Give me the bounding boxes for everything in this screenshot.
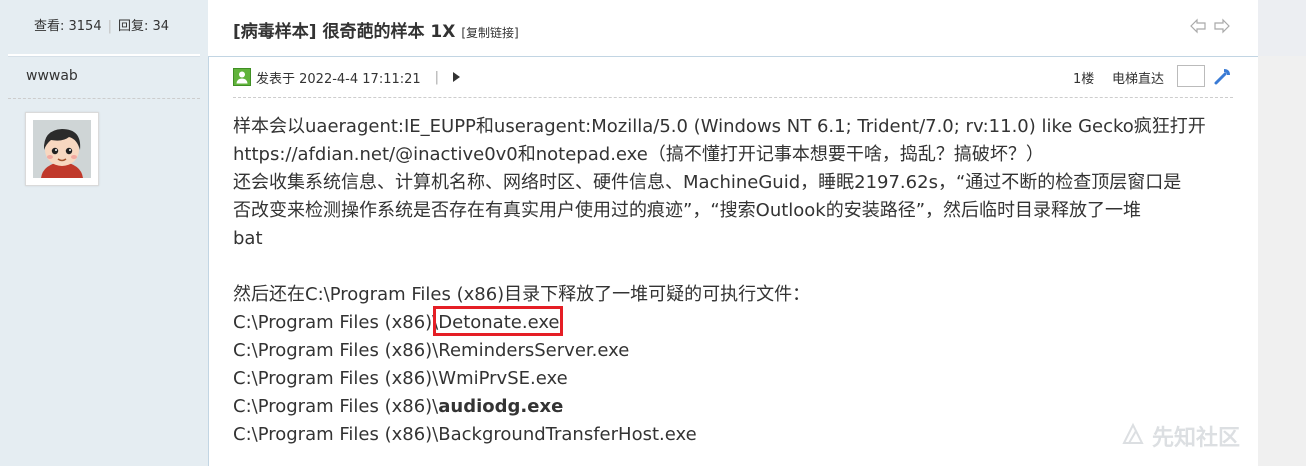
previous-thread-icon[interactable] — [1190, 18, 1206, 34]
post-content: 样本会以uaeragent:IE_EUPP和useragent:Mozilla/… — [233, 113, 1233, 449]
file-name-bold: audiodg.exe — [438, 396, 564, 417]
thread-stats: 查看: 3154 | 回复: 34 — [0, 0, 208, 50]
content-line: bat — [233, 228, 263, 249]
title-divider — [208, 56, 1258, 57]
content-line: 样本会以uaeragent:IE_EUPP和useragent:Mozilla/… — [233, 116, 1206, 137]
file-name: BackgroundTransferHost.exe — [438, 424, 697, 445]
file-path-prefix: C:\Program Files (x86)\ — [233, 396, 439, 417]
file-path-prefix: C:\Program Files (x86)\ — [233, 340, 439, 361]
meta-divider — [233, 97, 1233, 98]
avatar-image — [33, 120, 91, 178]
watermark: 先知社区 — [1120, 420, 1240, 452]
file-path-line: C:\Program Files (x86)\audiodg.exe — [233, 393, 1233, 421]
file-path-prefix: C:\Program Files (x86)\ — [233, 312, 439, 333]
page-right-gutter — [1258, 0, 1306, 466]
play-icon[interactable] — [453, 72, 461, 82]
views-count: 查看: 3154 — [34, 19, 102, 34]
copy-link-button[interactable]: [复制链接] — [461, 26, 518, 40]
watermark-logo-icon — [1120, 421, 1146, 451]
content-line: 然后还在C:\Program Files (x86)目录下释放了一堆可疑的可执行… — [233, 284, 811, 305]
jump-to-floor-label: 电梯直达 — [1112, 72, 1165, 87]
sidebar-divider — [8, 54, 200, 57]
file-path-line: C:\Program Files (x86)\RemindersServer.e… — [233, 337, 1233, 365]
meta-separator: | — [434, 69, 440, 85]
file-name: WmiPrvSE.exe — [438, 368, 568, 389]
highlight-box — [433, 306, 563, 336]
file-path-line: C:\Program Files (x86)\BackgroundTransfe… — [233, 421, 1233, 449]
stats-separator: | — [107, 19, 112, 34]
floor-number: 1楼 — [1073, 72, 1095, 87]
jump-go-icon[interactable] — [1213, 66, 1233, 86]
post-sidebar: 查看: 3154 | 回复: 34 wwwab — [0, 0, 209, 466]
post-meta: 发表于 2022-4-4 17:11:21 | — [233, 66, 461, 88]
jump-to-floor-input[interactable] — [1177, 65, 1205, 87]
title-bar-right — [1258, 0, 1306, 56]
author-separator — [8, 98, 200, 99]
post-timestamp: 发表于 2022-4-4 17:11:21 — [256, 71, 421, 87]
online-status-icon — [233, 68, 251, 86]
file-path-prefix: C:\Program Files (x86)\ — [233, 424, 439, 445]
file-name: RemindersServer.exe — [438, 340, 630, 361]
avatar[interactable] — [25, 112, 99, 186]
next-thread-icon[interactable] — [1214, 18, 1230, 34]
thread-nav — [1190, 18, 1230, 34]
file-path-line: C:\Program Files (x86)\Detonate.exe — [233, 309, 1233, 337]
replies-count: 回复: 34 — [118, 19, 170, 34]
content-line: https://afdian.net/@inactive0v0和notepad.… — [233, 144, 1044, 165]
thread-title-text: [病毒样本] 很奇葩的样本 1X — [233, 22, 456, 42]
file-path-line: C:\Program Files (x86)\WmiPrvSE.exe — [233, 365, 1233, 393]
content-line: 还会收集系统信息、计算机名称、网络时区、硬件信息、MachineGuid，睡眠2… — [233, 172, 1182, 193]
file-path-prefix: C:\Program Files (x86)\ — [233, 368, 439, 389]
thread-stats-text: 查看: 3154 | 回复: 34 — [34, 15, 169, 34]
watermark-text: 先知社区 — [1152, 426, 1241, 451]
author-name[interactable]: wwwab — [26, 68, 78, 84]
thread-title: [病毒样本] 很奇葩的样本 1X [复制链接] — [233, 17, 519, 42]
content-blank-line — [233, 253, 1233, 281]
content-line: 否改变来检测操作系统是否存在有真实用户使用过的痕迹”，“搜索Outlook的安装… — [233, 200, 1142, 221]
